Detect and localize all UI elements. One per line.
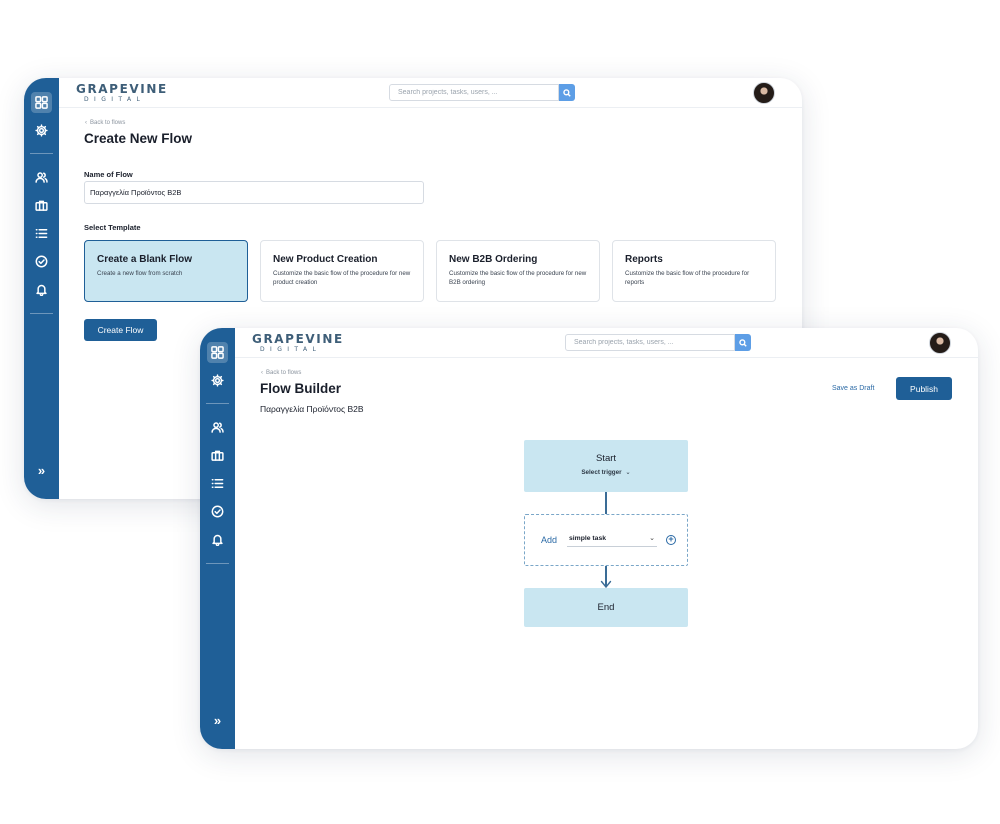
- top-bar: GRAPEVINE DIGITAL: [235, 328, 978, 358]
- page-title: Flow Builder: [260, 381, 341, 396]
- sidebar-divider: [30, 313, 53, 314]
- page-title: Create New Flow: [84, 131, 193, 146]
- flow-name-label: Name of Flow: [84, 170, 133, 179]
- logo-main-text: GRAPEVINE: [76, 82, 168, 96]
- expand-sidebar-icon[interactable]: »: [207, 710, 228, 731]
- logo: GRAPEVINE DIGITAL: [252, 333, 344, 354]
- template-card-desc: Customize the basic flow of the procedur…: [273, 270, 411, 286]
- search-button[interactable]: [559, 84, 575, 101]
- logo-sub-text: DIGITAL: [260, 346, 322, 353]
- search-button[interactable]: [735, 334, 751, 351]
- expand-sidebar-icon[interactable]: »: [31, 460, 52, 481]
- template-label: Select Template: [84, 223, 141, 232]
- template-card-reports[interactable]: Reports Customize the basic flow of the …: [612, 240, 776, 302]
- bell-icon[interactable]: [207, 529, 228, 550]
- template-card-title: Reports: [625, 254, 663, 265]
- task-type-value: simple task: [569, 535, 607, 542]
- grid-icon[interactable]: [31, 92, 52, 113]
- publish-button[interactable]: Publish: [896, 377, 952, 400]
- back-link[interactable]: ‹ Back to flows: [85, 120, 125, 126]
- template-card-title: New B2B Ordering: [449, 254, 538, 265]
- back-link-label: Back to flows: [90, 120, 126, 126]
- flow-builder-window: » GRAPEVINE DIGITAL ‹ Back to flows Flow…: [200, 328, 978, 749]
- chevron-left-icon: ‹: [85, 120, 87, 126]
- template-card-blank[interactable]: Create a Blank Flow Create a new flow fr…: [84, 240, 248, 302]
- task-type-select[interactable]: simple task ⌄: [567, 533, 657, 547]
- start-node-title: Start: [595, 453, 617, 464]
- top-bar: GRAPEVINE DIGITAL: [59, 78, 802, 108]
- back-link-label: Back to flows: [266, 370, 302, 376]
- avatar[interactable]: [929, 332, 951, 354]
- sidebar-divider: [206, 563, 229, 564]
- users-icon[interactable]: [207, 417, 228, 438]
- chevron-left-icon: ‹: [261, 370, 263, 376]
- briefcase-icon[interactable]: [207, 445, 228, 466]
- start-node[interactable]: Start Select trigger ⌄: [524, 440, 688, 492]
- sidebar: »: [24, 78, 59, 499]
- logo: GRAPEVINE DIGITAL: [76, 83, 168, 104]
- add-step-plus-icon[interactable]: +: [666, 535, 676, 545]
- end-node-title: End: [597, 602, 615, 613]
- flow-name-input[interactable]: [84, 181, 424, 204]
- template-card-desc: Customize the basic flow of the procedur…: [449, 270, 587, 286]
- flow-name: Παραγγελία Προϊόντος B2B: [260, 404, 364, 414]
- users-icon[interactable]: [31, 167, 52, 188]
- connector-line: [605, 492, 607, 514]
- add-step-label: Add: [541, 535, 558, 545]
- save-as-draft-button[interactable]: Save as Draft: [832, 385, 874, 392]
- template-card-title: Create a Blank Flow: [97, 254, 193, 265]
- template-card-desc: Customize the basic flow of the procedur…: [625, 270, 750, 286]
- template-card-b2b-ordering[interactable]: New B2B Ordering Customize the basic flo…: [436, 240, 600, 302]
- search-icon: [563, 88, 571, 97]
- search-input[interactable]: [565, 334, 735, 351]
- list-icon[interactable]: [207, 473, 228, 494]
- avatar[interactable]: [753, 82, 775, 104]
- search-bar: [565, 334, 751, 351]
- back-link[interactable]: ‹ Back to flows: [261, 370, 301, 376]
- logo-sub-text: DIGITAL: [84, 96, 146, 103]
- search-icon: [739, 338, 747, 347]
- sidebar: »: [200, 328, 235, 749]
- gear-icon[interactable]: [31, 120, 52, 141]
- list-icon[interactable]: [31, 223, 52, 244]
- bell-icon[interactable]: [31, 279, 52, 300]
- select-trigger-label: Select trigger: [581, 469, 622, 476]
- briefcase-icon[interactable]: [31, 195, 52, 216]
- gear-icon[interactable]: [207, 370, 228, 391]
- check-circle-icon[interactable]: [207, 501, 228, 522]
- logo-main-text: GRAPEVINE: [252, 332, 344, 346]
- template-card-desc: Create a new flow from scratch: [97, 270, 183, 277]
- search-input[interactable]: [389, 84, 559, 101]
- select-trigger-dropdown[interactable]: Select trigger ⌄: [524, 469, 688, 476]
- template-card-new-product[interactable]: New Product Creation Customize the basic…: [260, 240, 424, 302]
- sidebar-divider: [206, 403, 229, 404]
- create-flow-button[interactable]: Create Flow: [84, 319, 157, 341]
- chevron-down-icon: ⌄: [625, 469, 631, 476]
- chevron-down-icon: ⌄: [649, 535, 655, 542]
- search-bar: [389, 84, 575, 101]
- sidebar-divider: [30, 153, 53, 154]
- check-circle-icon[interactable]: [31, 251, 52, 272]
- template-card-title: New Product Creation: [273, 254, 378, 265]
- grid-icon[interactable]: [207, 342, 228, 363]
- end-node[interactable]: End: [524, 588, 688, 627]
- add-step-box: Add simple task ⌄ +: [524, 514, 688, 566]
